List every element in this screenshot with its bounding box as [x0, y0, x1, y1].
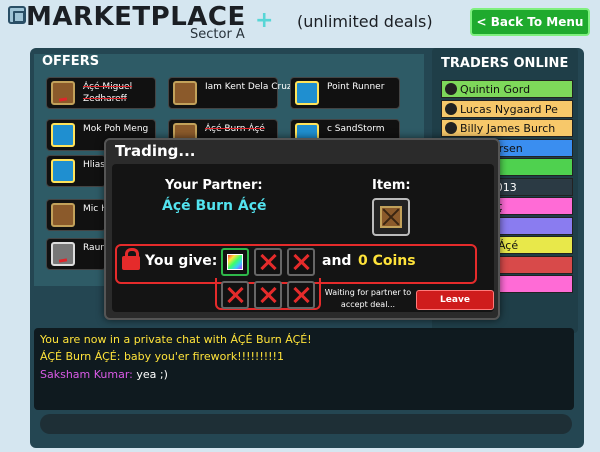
and-label: and [322, 253, 352, 269]
item-label: Item: [372, 178, 411, 193]
rainbow-card-icon [227, 254, 243, 270]
robot-icon [51, 242, 75, 266]
chat-line: ÁÇÉ Burn ÁÇÉ: baby you'er firework!!!!!!… [40, 350, 284, 363]
trader-name: Billy James Burch [460, 122, 556, 135]
give-slot[interactable] [254, 281, 282, 309]
trader-row[interactable]: Lucas Nygaard Pe [441, 99, 573, 118]
offer-item[interactable]: Mic H [46, 199, 108, 231]
give-slot[interactable] [287, 248, 315, 276]
chat-line: You are now in a private chat with ÁÇÉ B… [40, 333, 312, 346]
offer-name: Áçé Miguel Zedhareff [83, 82, 133, 104]
coins-amount[interactable]: 0 Coins [358, 253, 416, 269]
trader-row[interactable]: Billy James Burch [441, 119, 573, 137]
chat-line: Saksham Kumar: yea ;) [40, 368, 168, 381]
back-to-menu-button[interactable]: < Back To Menu [470, 8, 590, 36]
modal-title: Trading... [115, 142, 196, 160]
trader-row[interactable]: Quintin Gord [441, 80, 573, 98]
offer-name: Iam Kent Dela Cruz [205, 82, 292, 92]
waiting-status: Waiting for partner to accept deal... [324, 288, 412, 309]
card-icon [295, 81, 319, 105]
offer-item[interactable]: Raun [46, 238, 106, 270]
sector-label: Sector A [190, 27, 245, 42]
offer-name: c SandStorm [327, 124, 385, 134]
offer-name: Mok Poh Meng [83, 124, 149, 134]
give-slot[interactable] [287, 281, 315, 309]
leave-button[interactable]: Leave [416, 290, 494, 310]
trader-icon [445, 122, 457, 134]
chat-text: yea ;) [132, 368, 168, 381]
chat-input[interactable] [40, 414, 572, 434]
chat-text: You are now in a private chat with ÁÇÉ B… [40, 333, 312, 346]
card-icon [51, 123, 75, 147]
offer-item[interactable]: Hlias [46, 155, 106, 187]
crate-icon [51, 81, 75, 105]
window-icon[interactable] [8, 6, 26, 24]
offer-name: Point Runner [327, 82, 385, 92]
offer-item[interactable]: Iam Kent Dela Cruz [168, 77, 292, 109]
crate-icon [51, 203, 75, 227]
offers-label: OFFERS [42, 54, 100, 69]
offer-name: Áçé Burn Áçé [205, 124, 265, 134]
chat-speaker: Saksham Kumar: [40, 368, 133, 381]
trader-name: Quintin Gord [460, 83, 531, 96]
give-slot[interactable] [221, 248, 249, 276]
header: MARKETPLACE + Sector A (unlimited deals)… [0, 0, 600, 44]
card-icon [51, 159, 75, 183]
crate-icon [380, 206, 402, 228]
trader-name: Lucas Nygaard Pe [460, 102, 558, 116]
lock-icon [122, 248, 140, 270]
plus-icon: + [255, 8, 274, 33]
offer-item[interactable]: Áçé Miguel Zedhareff [46, 77, 156, 109]
offer-item[interactable]: Point Runner [290, 77, 400, 109]
give-slot[interactable] [254, 248, 282, 276]
chat-text: ÁÇÉ Burn ÁÇÉ: baby you'er firework!!!!!!… [40, 350, 284, 363]
partner-label: Your Partner: [165, 178, 263, 193]
traders-label: TRADERS ONLINE [441, 56, 569, 71]
trader-icon [445, 83, 457, 95]
trader-icon [445, 102, 457, 115]
give-slot[interactable] [221, 281, 249, 309]
deals-label: (unlimited deals) [297, 12, 433, 31]
partner-item-slot[interactable] [372, 198, 410, 236]
you-give-label: You give: [145, 253, 218, 269]
partner-name: Áçé Burn Áçé [162, 198, 267, 214]
page: MARKETPLACE + Sector A (unlimited deals)… [0, 0, 600, 452]
crate-icon [173, 81, 197, 105]
